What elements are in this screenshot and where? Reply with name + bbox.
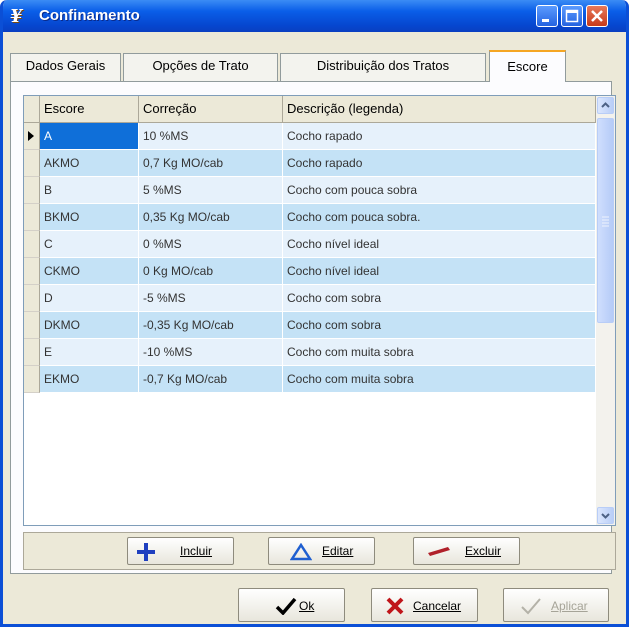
- grid-cell-escore[interactable]: DKMO: [40, 312, 139, 339]
- excluir-button[interactable]: Excluir: [413, 537, 520, 565]
- row-indicator[interactable]: [24, 285, 40, 312]
- maximize-icon: [565, 9, 579, 23]
- tab-label: Escore: [507, 59, 548, 74]
- grid-cell-escore[interactable]: D: [40, 285, 139, 312]
- editar-label: Editar: [322, 544, 354, 558]
- grid-cell-correcao[interactable]: 0,7 Kg MO/cab: [139, 150, 283, 177]
- tab-opcoes-de-trato[interactable]: Opções de Trato: [123, 53, 278, 81]
- grid-cell-descricao[interactable]: Cocho com muita sobra: [283, 339, 596, 366]
- grid-cell-descricao[interactable]: Cocho com pouca sobra: [283, 177, 596, 204]
- grid-cell-correcao[interactable]: -10 %MS: [139, 339, 283, 366]
- grid-cell-descricao[interactable]: Cocho rapado: [283, 150, 596, 177]
- tab-escore[interactable]: Escore: [489, 50, 566, 82]
- grid-cell-escore[interactable]: B: [40, 177, 139, 204]
- grid-cell-correcao[interactable]: 0,35 Kg MO/cab: [139, 204, 283, 231]
- grid-cell-escore[interactable]: BKMO: [40, 204, 139, 231]
- grid-cell-descricao[interactable]: Cocho com sobra: [283, 312, 596, 339]
- grid-cell-escore[interactable]: CKMO: [40, 258, 139, 285]
- ok-button[interactable]: Ok: [238, 588, 345, 622]
- aplicar-button[interactable]: Aplicar: [503, 588, 609, 622]
- grid-cell-descricao[interactable]: Cocho com sobra: [283, 285, 596, 312]
- grid-cell-correcao[interactable]: 5 %MS: [139, 177, 283, 204]
- scroll-down-button[interactable]: [597, 507, 614, 524]
- escore-grid[interactable]: Escore Correção Descrição (legenda) A 10 …: [23, 95, 616, 526]
- checkmark-icon: [275, 597, 297, 615]
- tab-label: Dados Gerais: [25, 58, 106, 73]
- grid-cell-descricao[interactable]: Cocho com pouca sobra.: [283, 204, 596, 231]
- x-cancel-icon: [386, 597, 404, 615]
- grid-cell-escore[interactable]: AKMO: [40, 150, 139, 177]
- grid-cell-escore[interactable]: A: [40, 123, 139, 150]
- grid-button-bar: Incluir Editar Excluir: [23, 532, 616, 570]
- chevron-up-icon: [601, 102, 610, 108]
- row-indicator[interactable]: [24, 312, 40, 339]
- app-logo-icon: ¥: [10, 6, 23, 27]
- tab-label: Distribuição dos Tratos: [316, 58, 450, 73]
- row-indicator[interactable]: [24, 177, 40, 204]
- cancelar-button[interactable]: Cancelar: [371, 588, 478, 622]
- vertical-scrollbar[interactable]: [596, 96, 615, 525]
- current-row-arrow-icon: [28, 131, 34, 141]
- column-header-descricao[interactable]: Descrição (legenda): [283, 96, 596, 123]
- close-button[interactable]: [586, 5, 608, 27]
- triangle-edit-icon: [290, 543, 312, 561]
- incluir-label: Incluir: [180, 544, 213, 558]
- checkmark-icon: [521, 598, 541, 615]
- grid-cell-escore[interactable]: EKMO: [40, 366, 139, 393]
- incluir-button[interactable]: Incluir: [127, 537, 234, 565]
- row-indicator[interactable]: [24, 339, 40, 366]
- grid-cell-descricao[interactable]: Cocho nível ideal: [283, 258, 596, 285]
- grid-cell-correcao[interactable]: 0 %MS: [139, 231, 283, 258]
- row-indicator[interactable]: [24, 150, 40, 177]
- minimize-icon: [542, 19, 549, 22]
- window-title: Confinamento: [39, 7, 140, 24]
- tab-distribuicao-dos-tratos[interactable]: Distribuição dos Tratos: [280, 53, 486, 81]
- grid-cell-correcao[interactable]: -0,35 Kg MO/cab: [139, 312, 283, 339]
- close-icon: [591, 10, 603, 22]
- chevron-down-icon: [601, 513, 610, 519]
- grid-cell-descricao[interactable]: Cocho rapado: [283, 123, 596, 150]
- grid-cell-descricao[interactable]: Cocho nível ideal: [283, 231, 596, 258]
- grid-cell-descricao[interactable]: Cocho com muita sobra: [283, 366, 596, 393]
- maximize-button[interactable]: [561, 5, 583, 27]
- grid-cell-correcao[interactable]: 0 Kg MO/cab: [139, 258, 283, 285]
- scroll-thumb[interactable]: [597, 118, 614, 323]
- excluir-label: Excluir: [465, 544, 502, 558]
- row-indicator[interactable]: [24, 258, 40, 285]
- minus-icon: [428, 547, 450, 556]
- scroll-up-button[interactable]: [597, 97, 614, 114]
- ok-label: Ok: [299, 599, 315, 613]
- grid-cell-correcao[interactable]: 10 %MS: [139, 123, 283, 150]
- grid-cell-correcao[interactable]: -5 %MS: [139, 285, 283, 312]
- row-indicator[interactable]: [24, 366, 40, 393]
- row-indicator[interactable]: [24, 204, 40, 231]
- grip-icon: [602, 216, 609, 227]
- row-indicator[interactable]: [24, 231, 40, 258]
- grid-cell-escore[interactable]: E: [40, 339, 139, 366]
- grid-corner: [24, 96, 40, 123]
- grid-cell-escore[interactable]: C: [40, 231, 139, 258]
- tab-dados-gerais[interactable]: Dados Gerais: [10, 53, 121, 81]
- title-bar[interactable]: ¥ Confinamento: [3, 0, 626, 32]
- column-header-escore[interactable]: Escore: [40, 96, 139, 123]
- cancelar-label: Cancelar: [413, 599, 462, 613]
- tab-label: Opções de Trato: [152, 58, 249, 73]
- row-indicator[interactable]: [24, 123, 40, 150]
- minimize-button[interactable]: [536, 5, 558, 27]
- editar-button[interactable]: Editar: [268, 537, 375, 565]
- aplicar-label: Aplicar: [551, 599, 588, 613]
- grid-cell-correcao[interactable]: -0,7 Kg MO/cab: [139, 366, 283, 393]
- column-header-correcao[interactable]: Correção: [139, 96, 283, 123]
- plus-icon: [137, 543, 155, 561]
